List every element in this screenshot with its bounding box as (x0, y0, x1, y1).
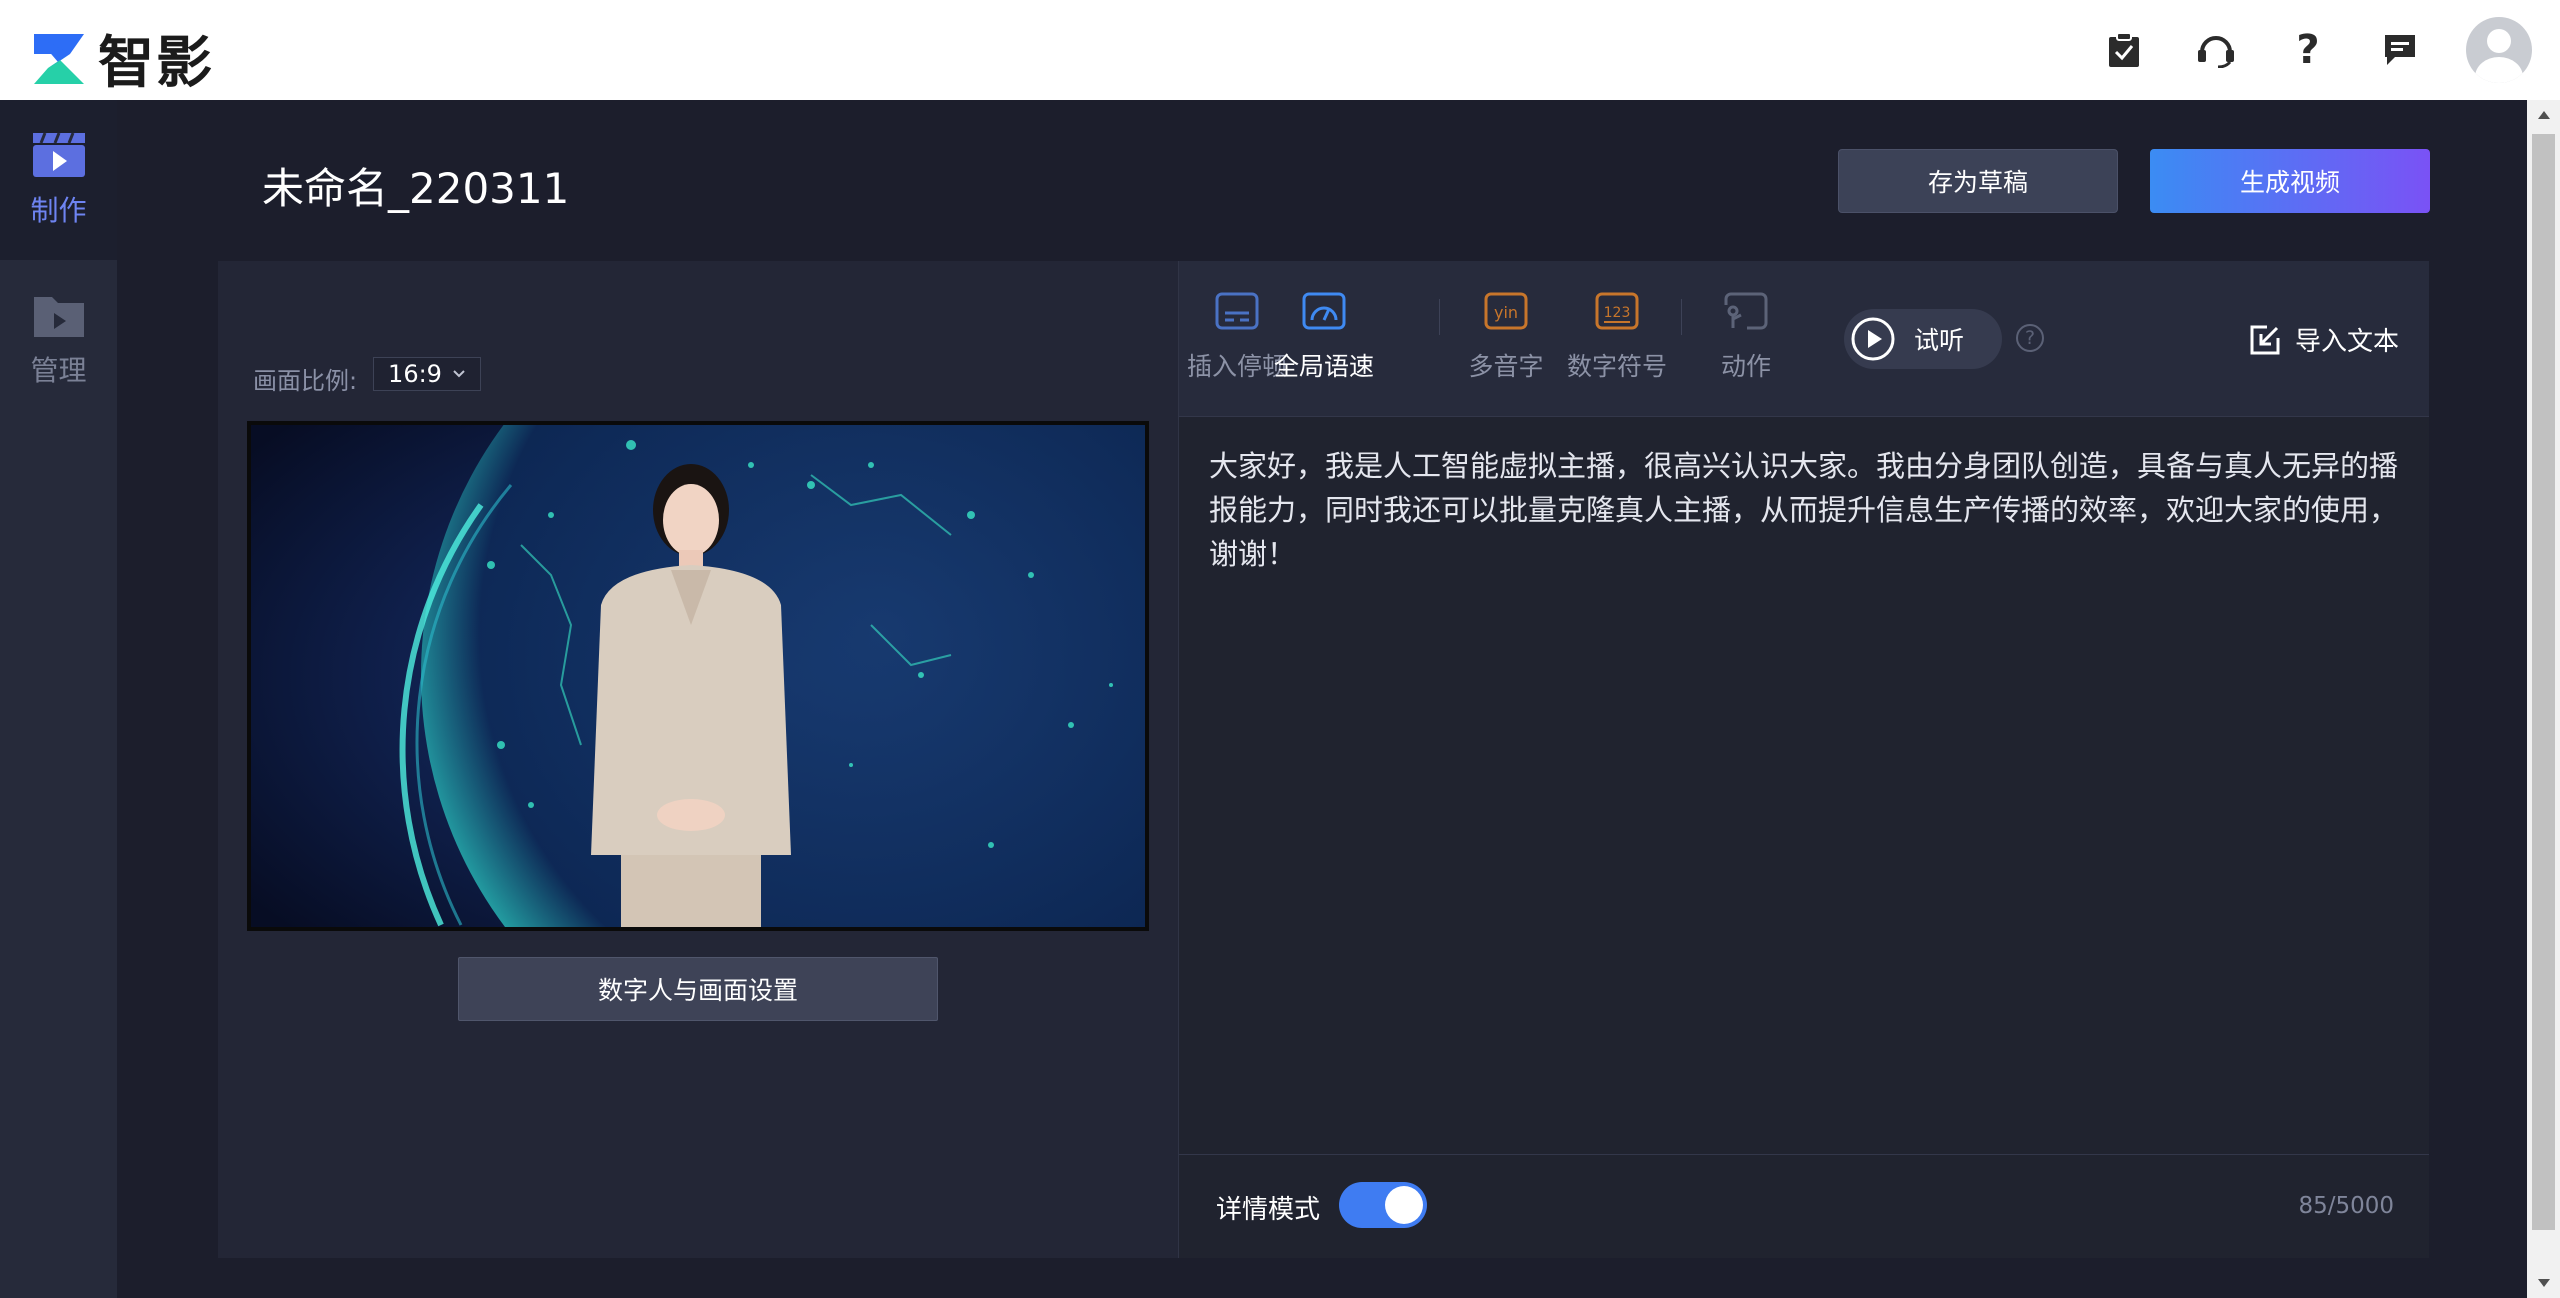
tool-global-speed[interactable]: 全局语速 (1274, 291, 1374, 383)
folder-video-icon (33, 297, 84, 337)
tool-label: 多音字 (1468, 352, 1544, 381)
script-toolbar: 插入停顿 全局语速 yin 多音字 123 数字符号 动作 试听 ? 导入文本 (1179, 261, 2429, 417)
message-icon[interactable] (2354, 0, 2446, 100)
ratio-select[interactable]: 16:9 (373, 357, 481, 391)
tool-label: 插入停顿 (1187, 352, 1288, 381)
import-icon (2250, 325, 2280, 354)
page-scrollbar[interactable] (2527, 100, 2560, 1298)
pinyin-icon: yin (1484, 292, 1528, 330)
char-counter: 85/5000 (2298, 1193, 2394, 1219)
tool-action[interactable]: 动作 (1696, 291, 1796, 383)
toolbar-divider (1439, 299, 1440, 335)
detail-mode-toggle[interactable] (1339, 1182, 1427, 1228)
toggle-knob (1385, 1186, 1423, 1224)
import-label: 导入文本 (2294, 327, 2399, 357)
tool-label: 动作 (1720, 352, 1771, 381)
left-sidebar: 制作 管理 (0, 100, 117, 1298)
sidebar-item-create[interactable]: 制作 (0, 100, 117, 260)
canvas-panel: 画面比例: 16:9 数字人与画面设置 (218, 261, 1178, 1258)
video-preview[interactable] (247, 421, 1149, 931)
toolbar-divider (1681, 299, 1682, 335)
action-icon (1724, 292, 1768, 330)
tool-number-symbol[interactable]: 123 数字符号 (1567, 291, 1667, 383)
tool-label: 数字符号 (1567, 352, 1668, 381)
user-avatar[interactable] (2466, 17, 2532, 83)
headset-icon[interactable] (2170, 0, 2262, 100)
script-panel: 插入停顿 全局语速 yin 多音字 123 数字符号 动作 试听 ? 导入文本 (1178, 261, 2429, 1258)
sidebar-item-manage[interactable]: 管理 (0, 260, 117, 420)
play-icon (1851, 317, 1895, 361)
ratio-label: 画面比例: (253, 367, 358, 395)
scroll-thumb[interactable] (2532, 134, 2555, 1230)
app-name: 智影 (98, 31, 214, 96)
sidebar-item-label: 管理 (30, 354, 87, 387)
save-draft-button[interactable]: 存为草稿 (1838, 149, 2118, 213)
scroll-up-arrow-icon[interactable] (2527, 100, 2560, 130)
app-logo[interactable]: 智影 (30, 18, 214, 99)
listen-label: 试听 (1914, 326, 1965, 355)
video-clapper-icon (32, 132, 85, 177)
tool-insert-pause[interactable]: 插入停顿 (1187, 291, 1287, 383)
speedometer-icon (1302, 292, 1346, 330)
project-title[interactable]: 未命名_220311 (262, 155, 569, 216)
number-123-icon: 123 (1595, 292, 1639, 330)
question-icon[interactable]: ? (2016, 324, 2044, 352)
svg-text:123: 123 (1604, 305, 1631, 321)
generate-video-button[interactable]: 生成视频 (2150, 149, 2430, 213)
sidebar-item-label: 制作 (30, 194, 87, 227)
top-actions: ? (2078, 0, 2560, 100)
svg-text:yin: yin (1494, 303, 1518, 322)
logo-icon (34, 33, 84, 84)
pause-insert-icon (1215, 292, 1259, 330)
tool-polyphone[interactable]: yin 多音字 (1456, 291, 1556, 383)
help-icon[interactable]: ? (2262, 0, 2354, 100)
scroll-down-arrow-icon[interactable] (2527, 1268, 2560, 1298)
listen-button[interactable]: 试听 (1844, 309, 2002, 369)
chevron-down-icon (453, 370, 465, 378)
preview-image (251, 425, 1145, 927)
script-text-editor[interactable]: 大家好，我是人工智能虚拟主播，很高兴认识大家。我由分身团队创造，具备与真人无异的… (1209, 444, 2409, 576)
top-bar: 智影 ? (0, 0, 2560, 100)
ratio-value: 16:9 (388, 360, 442, 388)
avatar-scene-settings-button[interactable]: 数字人与画面设置 (458, 957, 938, 1021)
import-text-button[interactable]: 导入文本 (2249, 321, 2399, 358)
task-icon[interactable] (2078, 0, 2170, 100)
detail-mode-label: 详情模式 (1216, 1195, 1321, 1225)
tool-label: 全局语速 (1274, 352, 1375, 381)
